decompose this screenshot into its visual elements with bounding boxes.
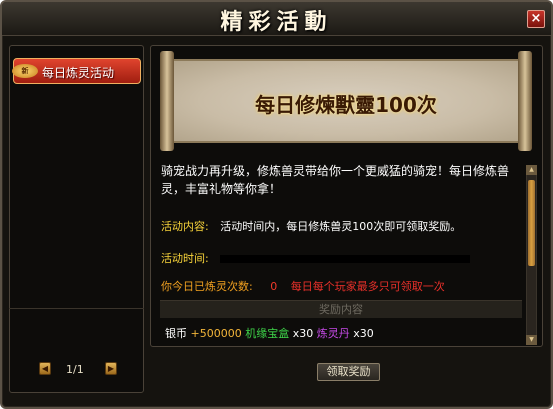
scroll-thumb[interactable] bbox=[528, 180, 535, 266]
activity-content-label: 活动内容: bbox=[161, 220, 209, 233]
tab-label: 每日炼灵活动 bbox=[42, 66, 115, 80]
close-button[interactable]: × bbox=[527, 10, 545, 28]
activity-content-text: 活动时间内，每日修炼兽灵100次即可领取奖励。 bbox=[220, 220, 462, 233]
prev-page-button[interactable]: ◀ bbox=[39, 362, 51, 375]
reward-box-name[interactable]: 机缘宝盒 bbox=[245, 327, 289, 340]
claim-reward-button[interactable]: 领取奖励 bbox=[317, 363, 380, 381]
reward-silver-label: 银币 bbox=[165, 327, 187, 340]
reward-box-count: x30 bbox=[292, 327, 314, 340]
refine-count-value: 0 bbox=[270, 280, 278, 293]
reward-silver-amount: +500000 bbox=[190, 327, 242, 340]
titlebar: 精彩活動 × bbox=[2, 2, 551, 36]
activity-banner: 每日修煉獸靈100次 bbox=[160, 51, 532, 151]
activity-list-panel: 新 每日炼灵活动 bbox=[9, 45, 144, 393]
divider bbox=[9, 308, 144, 309]
refine-count-row: 你今日已炼灵次数: 0 每日每个玩家最多只可领取一次 bbox=[161, 278, 445, 294]
refine-limit-note: 每日每个玩家最多只可领取一次 bbox=[290, 280, 445, 293]
scroll-rod-right bbox=[518, 51, 532, 151]
redacted-time bbox=[220, 255, 471, 263]
activity-description: 骑宠战力再升级，修炼兽灵带给你一个更威猛的骑宠！每日修炼兽灵，丰富礼物等你拿！ bbox=[161, 164, 510, 196]
scroll-rod-left bbox=[160, 51, 174, 151]
scroll-down-icon[interactable]: ▼ bbox=[526, 335, 537, 345]
reward-pill-name[interactable]: 炼灵丹 bbox=[317, 327, 350, 340]
banner-title: 每日修煉獸靈100次 bbox=[255, 93, 437, 117]
reward-header: 奖励内容 bbox=[160, 300, 522, 318]
new-badge-icon: 新 bbox=[12, 64, 38, 78]
tab-daily-refine-spirit[interactable]: 新 每日炼灵活动 bbox=[12, 58, 141, 84]
page-indicator: 1/1 bbox=[66, 363, 84, 376]
content-scrollbar[interactable]: ▲ ▼ bbox=[526, 165, 537, 345]
window-title: 精彩活動 bbox=[220, 9, 333, 35]
next-page-button[interactable]: ▶ bbox=[105, 362, 117, 375]
reward-pill-count: x30 bbox=[353, 327, 374, 340]
reward-list: 银币 +500000 机缘宝盒 x30 炼灵丹 x30 bbox=[165, 325, 374, 341]
scroll-up-icon[interactable]: ▲ bbox=[526, 165, 537, 175]
activity-time-label: 活动时间: bbox=[161, 252, 209, 265]
banner-scroll-paper: 每日修煉獸靈100次 bbox=[174, 59, 518, 143]
activity-time-row: 活动时间: bbox=[161, 250, 471, 266]
refine-count-label: 你今日已炼灵次数: bbox=[161, 280, 253, 293]
activity-content-row: 活动内容: 活动时间内，每日修炼兽灵100次即可领取奖励。 bbox=[161, 218, 461, 234]
